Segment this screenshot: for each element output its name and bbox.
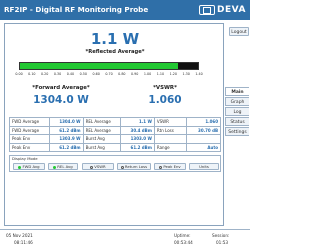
vswr-button[interactable]: VSWR [82,163,114,170]
mode-button-label: Peak Env [163,164,181,169]
measure-label: Rtn Loss [153,125,188,135]
meter-tick-label: 0.80 [118,72,126,76]
measurements-table: FWD Average 1304.0 W REL Average 1.1 W V… [9,117,221,152]
measure-value: 61.2 dBm [48,142,84,152]
table-row: Peak Env 1303.9 W Burst Avg 1303.0 W [9,134,221,144]
session-label: Session: [212,233,230,238]
measure-label: REL Average [82,117,122,127]
return-loss-button[interactable]: Return Loss [117,163,151,170]
measure-label: Range [153,142,188,152]
deva-logo: DEVA [199,3,246,17]
app-title: RF2IP - Digital RF Monitoring Probe [4,5,149,14]
measure-value: 1303.0 W [120,134,155,144]
meter-tick-label: 0.90 [131,72,139,76]
radio-indicator-icon [90,165,94,169]
measure-value: 30.70 dB [186,125,221,135]
measure-value: 1304.0 W [48,117,84,127]
measure-label: VSWR [153,117,188,127]
meter-tick-label: 0.20 [41,72,49,76]
radio-indicator-icon [53,165,57,169]
display-mode-group: Display Mode FWD Avg REL Avg VSWR Return… [9,155,221,172]
uptime-value: 00:53:44 [174,240,193,245]
status-time: 08:11:46 [14,240,33,245]
sidebar-item-graph[interactable]: Graph [225,97,249,106]
measure-label: Burst Avg [82,142,122,152]
meter-tick-label: 1.40 [195,72,203,76]
radio-indicator-icon [120,165,124,169]
mode-button-label: VSWR [94,164,106,169]
meter-fill-bar [20,63,179,69]
measure-value: 1.060 [186,117,221,127]
sidebar-item-main[interactable]: Main [225,87,249,96]
forward-average-value: 1304.0 W [33,94,89,106]
meter-scale: 0.00 0.10 0.20 0.30 0.40 0.50 0.60 0.70 0.80 0.90… [15,72,203,78]
title-bar: RF2IP - Digital RF Monitoring Probe DEVA [0,0,250,20]
peak-env-button[interactable]: Peak Env [154,163,186,170]
forward-average-label: *Forward Average* [32,85,90,91]
measure-value: 1.1 W [120,117,155,127]
units-button[interactable]: Units [189,163,219,170]
main-panel: 1.1 W *Reflected Average* 0.00 0.10 0.20 0.… [4,23,224,226]
reflected-average-value: 1.1 W [90,30,140,48]
measure-value: 61.2 dBm [120,142,155,152]
measure-value [186,134,221,144]
meter-tick-label: 0.40 [66,72,75,76]
session-value: 01:53 [216,240,229,245]
measure-label: Burst Avg [82,134,122,144]
measure-label [153,134,188,144]
meter-peak-marker [181,63,184,69]
meter-tick-label: 0.30 [53,72,62,76]
meter-tick-label: 1.30 [182,72,190,76]
meter-tick-label: 0.10 [28,72,36,76]
meter-tick-label: 0.60 [92,72,100,76]
meter-tick-label: 1.10 [156,72,165,76]
measure-value: 1303.9 W [48,134,84,144]
table-row: Peak Env 61.2 dBm Burst Avg 61.2 dBm Ran… [9,142,221,152]
mode-button-label: FWD Avg [22,164,40,169]
sidebar-item-settings[interactable]: Settings [225,127,249,136]
radio-indicator-icon [18,165,22,169]
mode-button-label: REL Avg [57,164,73,169]
reflected-power-meter [19,62,199,70]
uptime-label: Uptime: [174,233,191,238]
display-mode-title: Display Mode [12,156,38,161]
table-row: FWD Average 1304.0 W REL Average 1.1 W V… [9,117,221,127]
mode-button-label: Units [199,164,209,169]
measure-label: FWD Average [9,125,50,135]
vswr-value: 1.060 [148,94,182,106]
sidebar: Logout Main Graph Log Status Settings [225,23,250,226]
rel-avg-button[interactable]: REL Avg [48,163,78,170]
measure-value: Auto [186,142,221,152]
brand-text: DEVA [217,5,246,15]
fwd-avg-button[interactable]: FWD Avg [13,163,45,170]
sidebar-item-status[interactable]: Status [225,117,249,126]
table-row: FWD Average 61.2 dBm REL Average 30.4 dB… [9,125,221,135]
mode-button-label: Return Loss [124,164,148,169]
meter-tick-label: 0.50 [79,72,87,76]
measure-label: Peak Env [9,134,50,144]
sidebar-item-log[interactable]: Log [225,107,249,116]
logout-button[interactable]: Logout [229,27,249,36]
status-bar: 05 Nov 2021 08:11:46 Uptime: 00:53:44 Se… [0,229,250,250]
measure-label: Peak Env [9,142,50,152]
deva-logo-mark-icon [199,5,216,15]
status-date: 05 Nov 2021 [6,233,33,238]
reflected-average-label: *Reflected Average* [85,49,145,55]
measure-label: REL Average [82,125,122,135]
meter-tick-label: 0.70 [105,72,113,76]
measure-value: 61.2 dBm [48,125,84,135]
measure-value: 30.4 dBm [120,125,155,135]
radio-indicator-icon [159,165,163,169]
vswr-label: *VSWR* [153,85,177,91]
meter-tick-label: 1.00 [143,72,152,76]
meter-tick-label: 1.20 [169,72,177,76]
measure-label: FWD Average [9,117,50,127]
meter-tick-label: 0.00 [15,72,23,76]
